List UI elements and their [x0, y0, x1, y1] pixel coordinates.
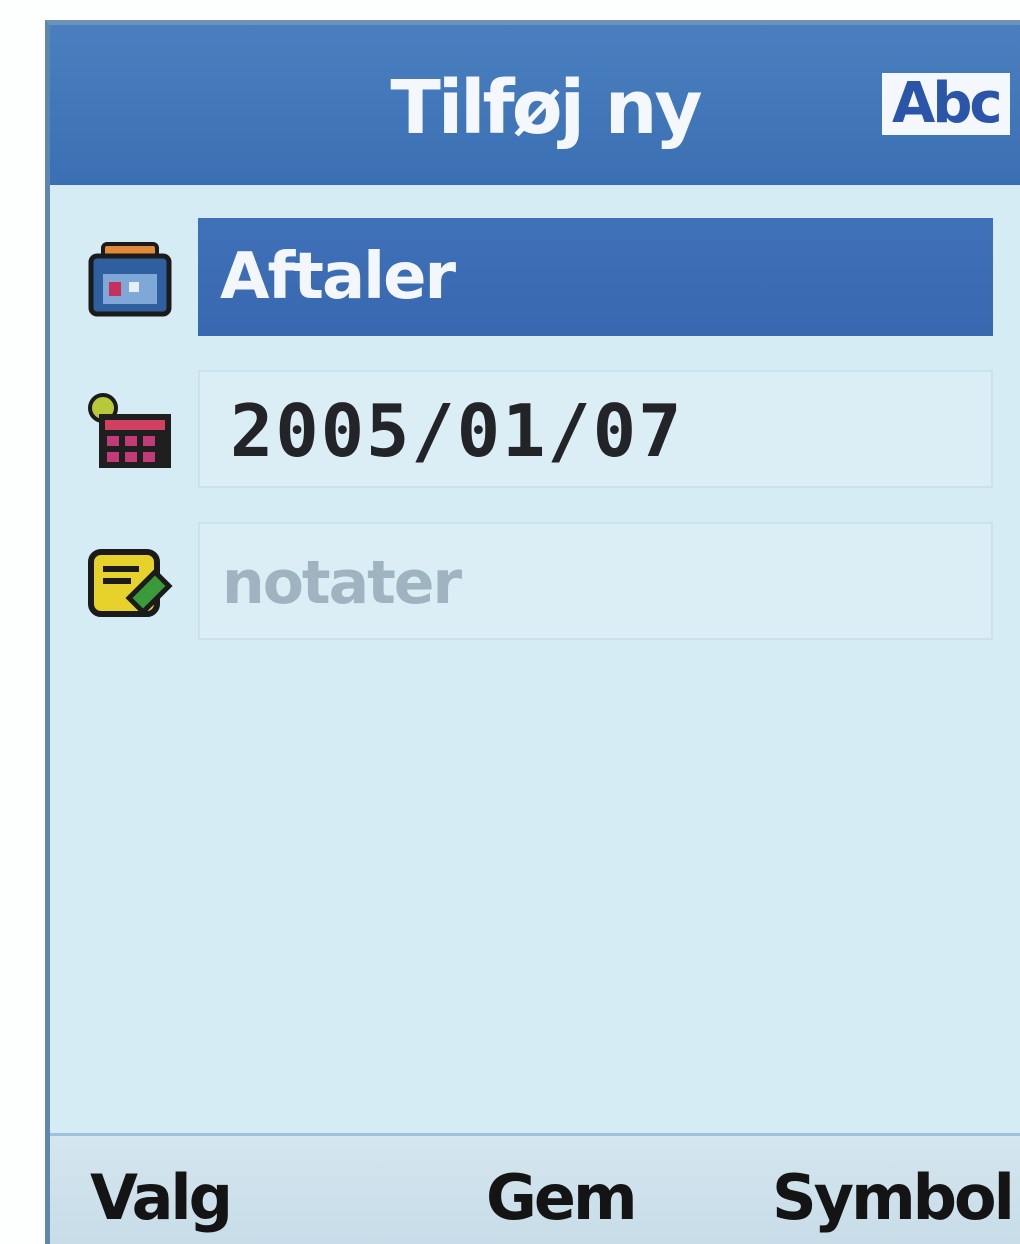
- category-field[interactable]: Aftaler: [198, 218, 993, 336]
- form-row-category: Aftaler: [50, 218, 1020, 343]
- notes-field-placeholder: notater: [222, 548, 462, 618]
- softkey-options[interactable]: Valg: [90, 1158, 233, 1238]
- phone-screen: Tilføj ny Abc Aftaler 2005/01/07 notater…: [45, 20, 1020, 1244]
- calendar-category-icon: [88, 242, 172, 317]
- title-bar: Tilføj ny Abc: [50, 25, 1020, 185]
- form-row-notes: notater: [50, 522, 1020, 647]
- notes-field[interactable]: notater: [198, 522, 993, 640]
- date-field[interactable]: 2005/01/07: [198, 370, 993, 488]
- category-field-value: Aftaler: [220, 240, 456, 314]
- form-row-date: 2005/01/07: [50, 370, 1020, 495]
- softkey-bar: Valg Gem Symbol: [50, 1133, 1020, 1244]
- note-pencil-icon: [88, 549, 173, 617]
- softkey-save[interactable]: Gem: [486, 1158, 638, 1238]
- date-calendar-icon: [88, 393, 171, 468]
- softkey-symbol[interactable]: Symbol: [772, 1158, 1015, 1238]
- date-field-value: 2005/01/07: [230, 389, 684, 473]
- screen-title: Tilføj ny: [390, 65, 702, 151]
- input-mode-indicator: Abc: [882, 73, 1010, 135]
